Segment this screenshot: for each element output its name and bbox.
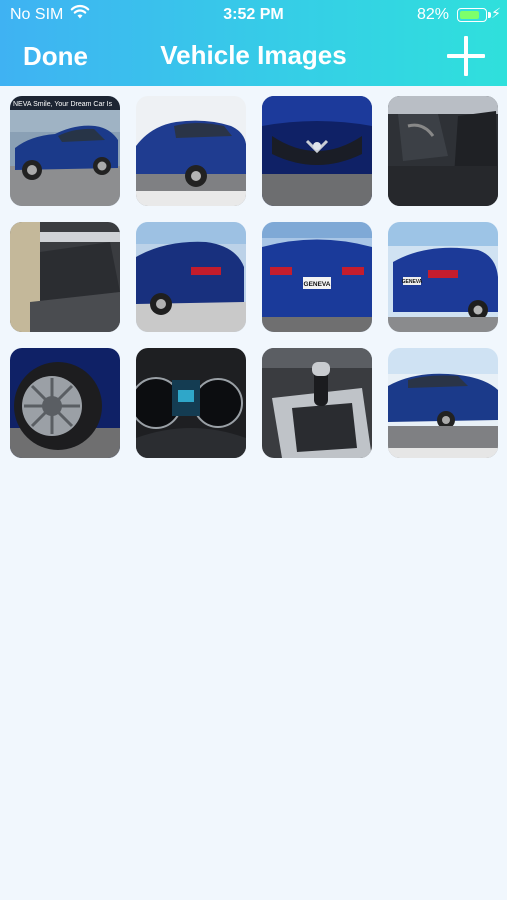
header-bar: No SIM 3:52 PM 82% ⚡︎ Done Vehicle Image… xyxy=(0,0,507,86)
car-interior-front-seats-photo xyxy=(388,96,498,206)
plate-text: GENEVA xyxy=(402,279,423,285)
vehicle-image-thumbnail[interactable] xyxy=(388,96,498,206)
battery-icon xyxy=(457,8,491,22)
car-front-photo xyxy=(262,96,372,206)
navigation-bar: Done Vehicle Images xyxy=(0,30,507,86)
vehicle-image-thumbnail[interactable] xyxy=(136,348,246,458)
car-rear-photo: GENEVA xyxy=(262,222,372,332)
vehicle-image-thumbnail[interactable] xyxy=(136,222,246,332)
vehicle-image-thumbnail[interactable] xyxy=(10,222,120,332)
status-bar: No SIM 3:52 PM 82% ⚡︎ xyxy=(0,0,507,30)
car-gear-shifter-photo xyxy=(262,348,372,458)
vehicle-image-thumbnail[interactable] xyxy=(136,96,246,206)
dealer-banner-text: NEVA Smile, Your Dream Car Is xyxy=(13,101,113,108)
charging-icon: ⚡︎ xyxy=(491,5,501,21)
vehicle-image-thumbnail[interactable]: NEVA Smile, Your Dream Car Is xyxy=(10,96,120,206)
vehicle-image-thumbnail[interactable] xyxy=(262,96,372,206)
car-front-side-photo xyxy=(136,96,246,206)
battery-percent: 82% xyxy=(416,6,449,23)
plus-icon[interactable] xyxy=(447,36,485,76)
plate-text: GENEVA xyxy=(304,281,331,288)
vehicle-image-thumbnail[interactable] xyxy=(388,348,498,458)
car-rear-side-photo: GENEVA xyxy=(388,222,498,332)
car-front-side-photo: NEVA Smile, Your Dream Car Is xyxy=(10,96,120,206)
page-title: Vehicle Images xyxy=(160,40,347,70)
car-rear-side-photo xyxy=(136,222,246,332)
vehicle-image-thumbnail[interactable]: GENEVA xyxy=(388,222,498,332)
car-dashboard-gauges-photo xyxy=(136,348,246,458)
vehicle-image-thumbnail[interactable] xyxy=(262,348,372,458)
car-wheel-photo xyxy=(10,348,120,458)
vehicle-image-thumbnail[interactable] xyxy=(10,348,120,458)
car-side-photo xyxy=(388,348,498,458)
car-rear-seats-photo xyxy=(10,222,120,332)
vehicle-image-thumbnail[interactable]: GENEVA xyxy=(262,222,372,332)
